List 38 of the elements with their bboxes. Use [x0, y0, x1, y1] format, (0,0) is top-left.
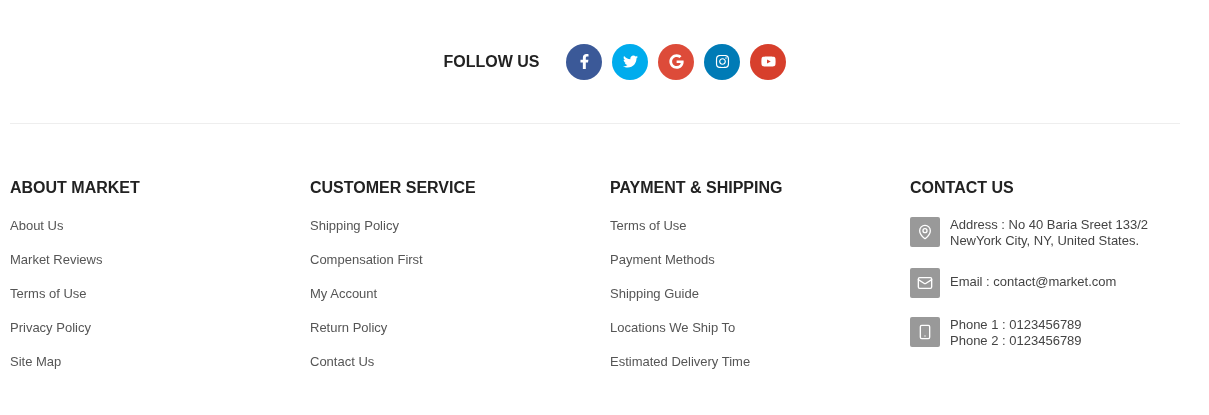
footer-link[interactable]: Compensation First: [310, 251, 423, 269]
column-heading: CONTACT US: [910, 178, 1015, 198]
column-heading: CUSTOMER SERVICE: [310, 178, 477, 198]
follow-us-heading: FOLLOW US: [443, 51, 540, 72]
footer-link[interactable]: Return Policy: [310, 319, 388, 337]
footer-link[interactable]: Shipping Guide: [610, 285, 699, 303]
footer-link[interactable]: Estimated Delivery Time: [610, 353, 751, 371]
twitter-icon: [623, 54, 638, 69]
google-button[interactable]: [658, 43, 695, 80]
contact-detail: Address : No 40 Baria Sreet 133/2: [950, 217, 1148, 233]
phone-icon: [917, 324, 933, 340]
column-heading: PAYMENT & SHIPPING: [610, 178, 784, 198]
instagram-button[interactable]: [704, 43, 741, 80]
footer-link[interactable]: Market Reviews: [10, 251, 103, 269]
youtube-button[interactable]: [750, 43, 787, 80]
youtube-icon: [761, 54, 776, 69]
contact-detail: Email : contact@market.com: [950, 274, 1117, 290]
footer-link[interactable]: Payment Methods: [610, 251, 715, 269]
facebook-icon: [577, 54, 592, 69]
footer-link[interactable]: Privacy Policy: [10, 319, 91, 337]
facebook-button[interactable]: [566, 43, 603, 80]
map-pin-icon: [917, 224, 933, 240]
footer-link[interactable]: Contact Us: [310, 353, 375, 371]
twitter-button[interactable]: [612, 43, 649, 80]
footer-link[interactable]: Locations We Ship To: [610, 319, 736, 337]
envelope-icon: [917, 275, 933, 291]
footer-link[interactable]: Terms of Use: [610, 217, 687, 235]
google-icon: [669, 54, 684, 69]
contact-detail: Phone 2 : 0123456789: [950, 333, 1082, 349]
column-heading: ABOUT MARKET: [10, 178, 141, 198]
footer-link[interactable]: About Us: [10, 217, 64, 235]
contact-detail: NewYork City, NY, United States.: [950, 233, 1141, 249]
footer-link[interactable]: My Account: [310, 285, 378, 303]
instagram-icon: [715, 54, 730, 69]
contact-detail: Phone 1 : 0123456789: [950, 317, 1082, 333]
footer-link[interactable]: Shipping Policy: [310, 217, 399, 235]
footer-link[interactable]: Site Map: [10, 353, 62, 371]
footer-link[interactable]: Terms of Use: [10, 285, 87, 303]
